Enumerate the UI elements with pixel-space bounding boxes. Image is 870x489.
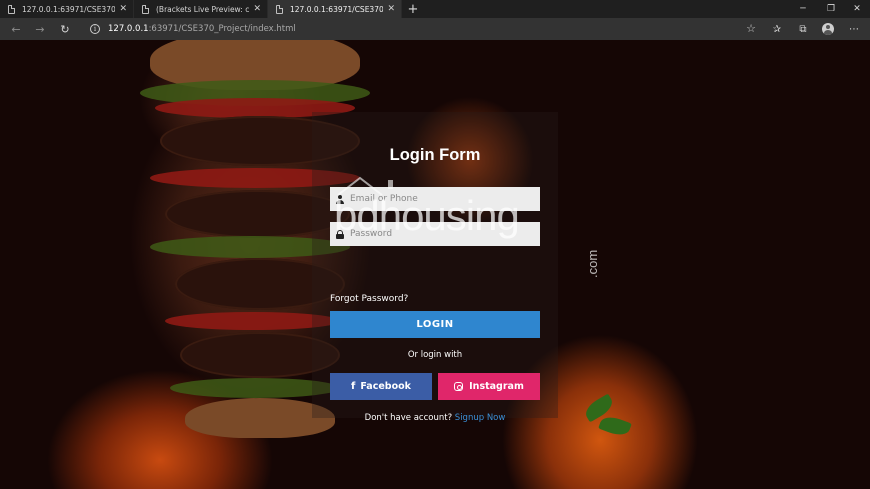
facebook-login-button[interactable]: f Facebook: [330, 373, 432, 400]
login-card: Login Form Forgot Password? LOGIN Or log…: [312, 112, 558, 423]
password-input[interactable]: [350, 222, 536, 246]
instagram-label: Instagram: [469, 381, 524, 392]
favorites-icon[interactable]: ✰: [768, 21, 786, 37]
user-icon: [330, 187, 350, 211]
login-button[interactable]: LOGIN: [330, 311, 540, 338]
favorite-star-icon[interactable]: ☆: [746, 22, 756, 35]
tab-strip: 127.0.0.1:63971/CSE370_Project/ ✕ (Brack…: [0, 0, 870, 18]
tab-label: 127.0.0.1:63971/CSE370_Project/: [290, 4, 383, 14]
password-field[interactable]: [330, 222, 540, 246]
collections-icon[interactable]: ⧉: [794, 21, 812, 37]
close-window-icon[interactable]: ✕: [842, 0, 870, 18]
tab-label: 127.0.0.1:63971/CSE370_Project/: [22, 4, 115, 14]
facebook-icon: f: [351, 381, 356, 392]
forward-arrow-icon[interactable]: →: [32, 21, 48, 37]
url-text[interactable]: 127.0.0.1:63971/CSE370_Project/index.htm…: [108, 24, 296, 34]
avatar-icon: [822, 23, 834, 35]
close-tab-icon[interactable]: ✕: [253, 3, 261, 15]
page-icon: [142, 5, 149, 14]
close-tab-icon[interactable]: ✕: [119, 3, 127, 15]
signup-prompt-text: Don't have account?: [364, 413, 453, 423]
info-icon[interactable]: i: [90, 24, 100, 34]
tab-label: (Brackets Live Preview: closed): [156, 4, 249, 14]
email-input[interactable]: [350, 187, 536, 211]
instagram-icon: [454, 382, 464, 391]
page-viewport: Login Form Forgot Password? LOGIN Or log…: [0, 40, 870, 489]
email-field[interactable]: [330, 187, 540, 211]
more-options-icon[interactable]: ⋯: [845, 21, 863, 37]
page-icon: [276, 5, 283, 14]
browser-toolbar: ← → ↻ i 127.0.0.1:63971/CSE370_Project/i…: [0, 18, 870, 40]
forgot-password-link[interactable]: Forgot Password?: [330, 294, 408, 304]
refresh-icon[interactable]: ↻: [57, 21, 73, 37]
signup-prompt: Don't have account? Signup Now: [312, 413, 558, 423]
browser-tab-2[interactable]: (Brackets Live Preview: closed) ✕: [134, 0, 268, 18]
lock-icon: [330, 222, 350, 246]
close-tab-icon[interactable]: ✕: [387, 3, 395, 15]
watermark-domain: .com: [585, 249, 600, 278]
signup-link[interactable]: Signup Now: [455, 413, 506, 423]
url-path: :63971/CSE370_Project/index.html: [148, 24, 296, 34]
address-bar[interactable]: i 127.0.0.1:63971/CSE370_Project/index.h…: [84, 20, 764, 38]
facebook-label: Facebook: [360, 381, 411, 392]
new-tab-button[interactable]: +: [402, 0, 424, 18]
or-login-with-text: Or login with: [407, 350, 463, 360]
browser-tab-3[interactable]: 127.0.0.1:63971/CSE370_Project/ ✕: [268, 0, 402, 18]
back-arrow-icon[interactable]: ←: [8, 21, 24, 37]
page-icon: [8, 5, 15, 14]
browser-tab-1[interactable]: 127.0.0.1:63971/CSE370_Project/ ✕: [0, 0, 134, 18]
instagram-login-button[interactable]: Instagram: [438, 373, 540, 400]
leaf-shape: [598, 413, 632, 439]
minimize-icon[interactable]: ─: [788, 0, 818, 18]
url-host: 127.0.0.1: [108, 24, 149, 34]
profile-avatar[interactable]: [819, 21, 837, 37]
login-title: Login Form: [389, 146, 481, 164]
